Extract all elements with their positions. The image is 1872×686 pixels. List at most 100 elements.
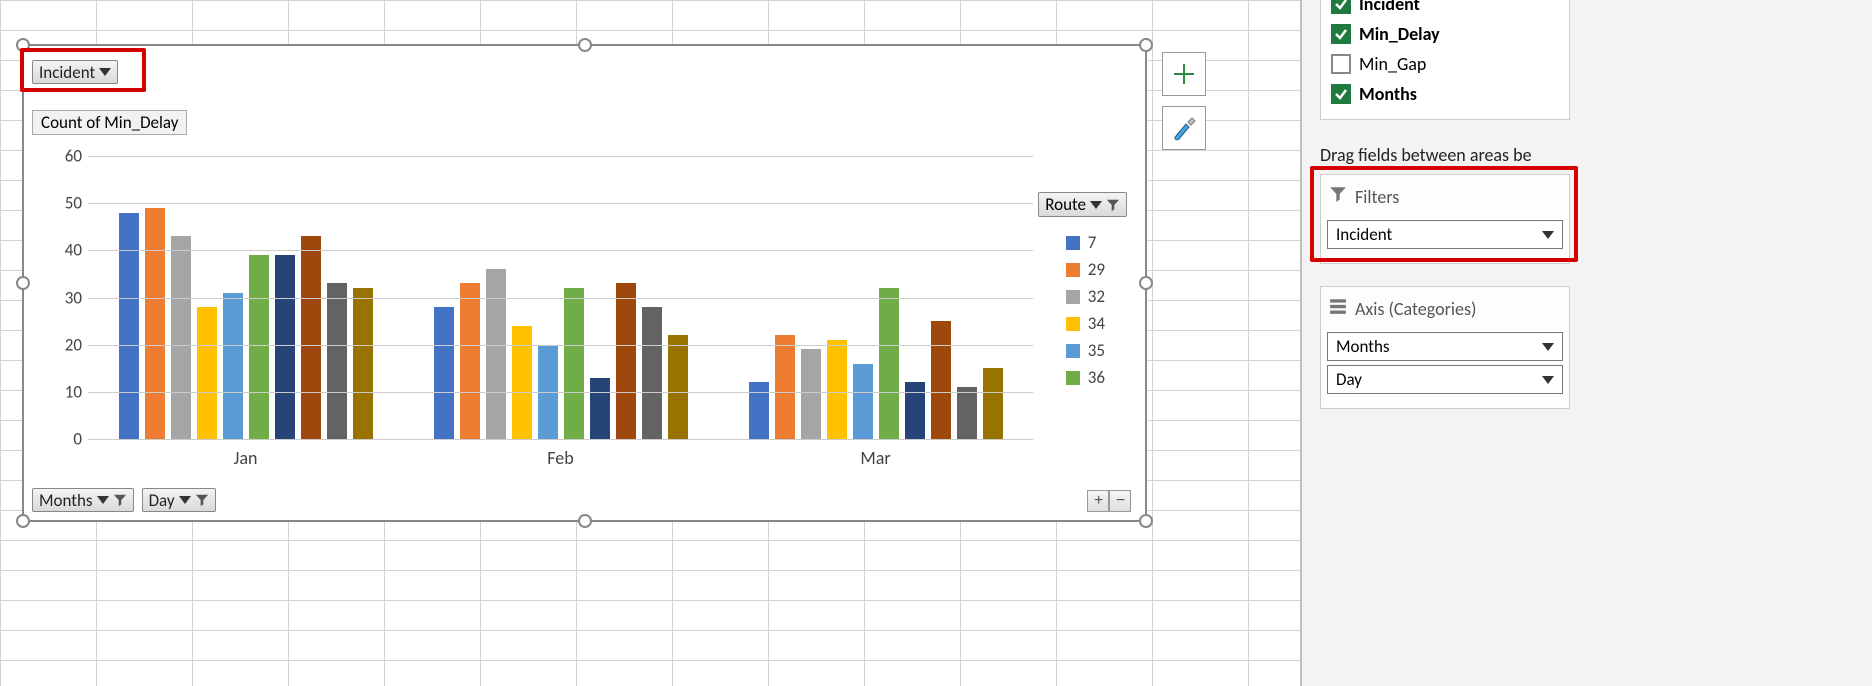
pivot-fields-panel: Incident Min_Delay Min_Gap Months Drag fiel… — [1300, 0, 1872, 686]
filters-field-item[interactable]: Incident — [1327, 220, 1563, 249]
resize-handle[interactable] — [1139, 514, 1153, 528]
bar[interactable] — [327, 283, 347, 439]
filters-area[interactable]: Filters Incident — [1320, 174, 1570, 264]
axis-field-label: Months — [1336, 336, 1390, 357]
axis-field-button-months[interactable]: Months — [32, 488, 134, 512]
bar[interactable] — [486, 269, 506, 439]
bar[interactable] — [145, 208, 165, 439]
bar[interactable] — [775, 335, 795, 439]
gridline — [88, 250, 1033, 251]
value-field-label[interactable]: Count of Min_Delay — [32, 110, 187, 135]
legend-swatch — [1066, 371, 1080, 385]
axis-field-label: Day — [1336, 369, 1362, 390]
legend-item[interactable]: 32 — [1066, 286, 1105, 307]
y-tick-label: 50 — [46, 193, 82, 214]
checkbox-checked-icon[interactable] — [1331, 0, 1351, 14]
bar[interactable] — [827, 340, 847, 439]
bar[interactable] — [642, 307, 662, 439]
bar[interactable] — [853, 364, 873, 439]
chart-legend[interactable]: 7 29 32 34 35 36 — [1066, 226, 1105, 394]
plus-icon — [1171, 61, 1197, 87]
bar[interactable] — [275, 255, 295, 439]
legend-item[interactable]: 35 — [1066, 340, 1105, 361]
bar[interactable] — [616, 283, 636, 439]
chart-object[interactable]: Incident Count of Min_Delay 010203040506… — [22, 44, 1147, 522]
legend-swatch — [1066, 317, 1080, 331]
funnel-icon — [1329, 185, 1347, 208]
resize-handle[interactable] — [578, 514, 592, 528]
bar[interactable] — [512, 326, 532, 439]
legend-filter-label: Route — [1045, 194, 1086, 215]
legend-label: 32 — [1088, 286, 1105, 307]
axis-area-title: Axis (Categories) — [1355, 298, 1476, 320]
legend-item[interactable]: 29 — [1066, 259, 1105, 280]
axis-icon — [1329, 297, 1347, 320]
bar[interactable] — [590, 378, 610, 439]
bar[interactable] — [668, 335, 688, 439]
bar[interactable] — [171, 236, 191, 439]
resize-handle[interactable] — [1139, 276, 1153, 290]
field-list-label: Min_Gap — [1359, 53, 1426, 75]
x-tick-label: Mar — [826, 447, 926, 469]
chart-elements-button[interactable] — [1162, 52, 1206, 96]
legend-label: 34 — [1088, 313, 1105, 334]
zoom-out-button[interactable]: − — [1109, 490, 1131, 512]
bar[interactable] — [983, 368, 1003, 439]
filters-area-title: Filters — [1355, 186, 1399, 208]
bar[interactable] — [197, 307, 217, 439]
bar[interactable] — [249, 255, 269, 439]
chart-styles-button[interactable] — [1162, 106, 1206, 150]
chevron-down-icon — [1542, 231, 1554, 239]
bar[interactable] — [434, 307, 454, 439]
gridline — [88, 298, 1033, 299]
legend-label: 7 — [1088, 232, 1097, 253]
legend-item[interactable]: 36 — [1066, 367, 1105, 388]
checkbox-unchecked-icon[interactable] — [1331, 54, 1351, 74]
legend-item[interactable]: 34 — [1066, 313, 1105, 334]
gridline — [88, 203, 1033, 204]
zoom-controls: + − — [1087, 490, 1131, 512]
checkbox-checked-icon[interactable] — [1331, 84, 1351, 104]
axis-field-item[interactable]: Months — [1327, 332, 1563, 361]
field-list-label: Months — [1359, 83, 1417, 105]
field-list-item[interactable]: Months — [1329, 79, 1561, 109]
plot-area[interactable]: 0102030405060JanFebMar — [88, 156, 1033, 439]
legend-item[interactable]: 7 — [1066, 232, 1105, 253]
field-list-label: Min_Delay — [1359, 23, 1440, 45]
legend-filter-button[interactable]: Route — [1038, 192, 1127, 217]
resize-handle[interactable] — [578, 38, 592, 52]
resize-handle[interactable] — [1139, 38, 1153, 52]
bar[interactable] — [879, 288, 899, 439]
field-list-item[interactable]: Min_Gap — [1329, 49, 1561, 79]
axis-field-item[interactable]: Day — [1327, 365, 1563, 394]
bar[interactable] — [353, 288, 373, 439]
y-tick-label: 0 — [46, 429, 82, 450]
gridline — [88, 345, 1033, 346]
field-list-item[interactable]: Incident — [1329, 0, 1561, 19]
bar[interactable] — [119, 213, 139, 439]
bar[interactable] — [460, 283, 480, 439]
resize-handle[interactable] — [16, 276, 30, 290]
bar[interactable] — [801, 349, 821, 439]
axis-area[interactable]: Axis (Categories) Months Day — [1320, 286, 1570, 409]
brush-icon — [1170, 114, 1198, 142]
bar[interactable] — [957, 387, 977, 439]
axis-field-button-day[interactable]: Day — [142, 488, 216, 512]
zoom-in-button[interactable]: + — [1087, 490, 1109, 512]
report-filter-button[interactable]: Incident — [32, 60, 118, 84]
bar[interactable] — [223, 293, 243, 439]
drag-hint-text: Drag fields between areas be — [1320, 144, 1854, 166]
checkbox-checked-icon[interactable] — [1331, 24, 1351, 44]
funnel-icon — [1106, 198, 1120, 212]
resize-handle[interactable] — [16, 514, 30, 528]
filters-field-label: Incident — [1336, 224, 1392, 245]
legend-swatch — [1066, 236, 1080, 250]
axis-field-label: Months — [39, 490, 93, 511]
field-list-item[interactable]: Min_Delay — [1329, 19, 1561, 49]
bar[interactable] — [931, 321, 951, 439]
bar[interactable] — [564, 288, 584, 439]
resize-handle[interactable] — [16, 38, 30, 52]
bar[interactable] — [301, 236, 321, 439]
chevron-down-icon — [97, 496, 109, 504]
legend-label: 35 — [1088, 340, 1105, 361]
